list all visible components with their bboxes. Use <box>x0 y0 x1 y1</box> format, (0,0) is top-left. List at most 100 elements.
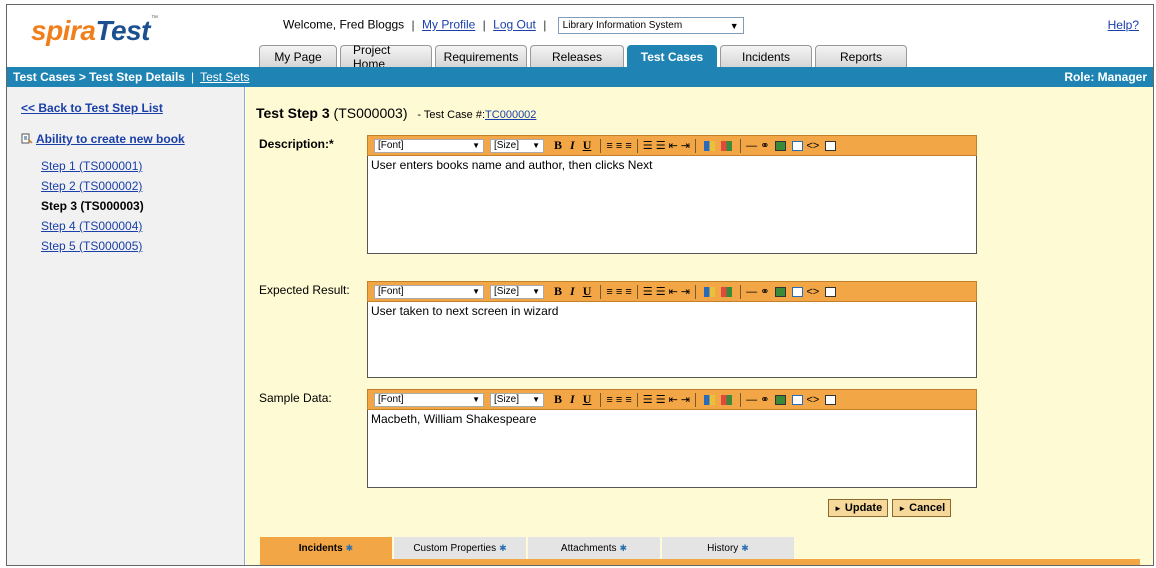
bullet-list-icon[interactable]: ☰ <box>656 285 666 298</box>
image-icon[interactable] <box>775 140 787 151</box>
sample-data-textarea[interactable]: Macbeth, William Shakespeare <box>367 410 977 488</box>
expected-result-editor: [Font]▼ [Size]▼ B I U ≡ ≡ ≡ ☰ ☰ ⇤ ⇥ — <box>367 281 977 378</box>
tab-custom-properties[interactable]: Custom Properties ✱ <box>394 537 526 559</box>
bold-button[interactable]: B <box>554 284 562 299</box>
source-code-icon[interactable]: <> <box>806 394 819 406</box>
tab-history[interactable]: History ✱ <box>662 537 794 559</box>
horizontal-rule-icon[interactable]: — <box>746 394 757 406</box>
help-link[interactable]: Help? <box>1108 18 1139 32</box>
tab-incidents-detail[interactable]: Incidents ✱ <box>260 537 392 559</box>
tab-incidents[interactable]: Incidents <box>720 45 812 67</box>
update-button[interactable]: ► Update <box>828 499 889 517</box>
align-right-icon[interactable]: ≡ <box>625 286 631 298</box>
link-icon[interactable]: ⚭ <box>760 139 769 152</box>
background-color-icon[interactable] <box>721 394 733 405</box>
sidebar: << Back to Test Step List Ability to cre… <box>7 87 245 565</box>
chevron-down-icon: ▼ <box>729 20 739 31</box>
user-bar: Welcome, Fred Bloggs | My Profile | Log … <box>283 17 744 34</box>
app-window: spiraTest™ Welcome, Fred Bloggs | My Pro… <box>6 4 1154 566</box>
sidebar-step-4[interactable]: Step 4 (TS000004) <box>41 219 142 233</box>
image-icon[interactable] <box>775 286 787 297</box>
link-icon[interactable]: ⚭ <box>760 393 769 406</box>
fullscreen-icon[interactable] <box>825 140 837 151</box>
font-select[interactable]: [Font] ▼ <box>374 138 484 153</box>
bullet-list-icon[interactable]: ☰ <box>656 139 666 152</box>
project-select[interactable]: Library Information System ▼ <box>557 17 744 34</box>
log-out-link[interactable]: Log Out <box>493 18 536 32</box>
font-select[interactable]: [Font] ▼ <box>374 392 484 407</box>
my-profile-link[interactable]: My Profile <box>422 18 475 32</box>
tab-project-home[interactable]: Project Home <box>340 43 432 71</box>
sidebar-test-case[interactable]: Ability to create new book <box>21 132 185 146</box>
align-center-icon[interactable]: ≡ <box>616 286 622 298</box>
underline-button[interactable]: U <box>583 392 592 407</box>
text-color-icon[interactable] <box>704 140 716 151</box>
test-sets-link[interactable]: Test Sets <box>200 70 249 84</box>
cancel-button[interactable]: ► Cancel <box>892 499 952 517</box>
align-center-icon[interactable]: ≡ <box>616 394 622 406</box>
tab-my-page[interactable]: My Page <box>259 45 337 67</box>
source-code-icon[interactable]: <> <box>806 140 819 152</box>
bold-button[interactable]: B <box>554 392 562 407</box>
background-color-icon[interactable] <box>721 140 733 151</box>
image-icon[interactable] <box>775 394 787 405</box>
outdent-icon[interactable]: ⇤ <box>669 393 678 406</box>
tab-reports[interactable]: Reports <box>815 45 907 67</box>
tab-history-label: History <box>707 542 739 554</box>
indent-icon[interactable]: ⇥ <box>681 285 690 298</box>
size-select[interactable]: [Size] ▼ <box>490 392 544 407</box>
underline-button[interactable]: U <box>583 138 592 153</box>
sidebar-step-5[interactable]: Step 5 (TS000005) <box>41 239 142 253</box>
test-case-link[interactable]: TC000002 <box>485 109 536 121</box>
italic-button[interactable]: I <box>570 392 575 407</box>
underline-button[interactable]: U <box>583 284 592 299</box>
sidebar-step-1[interactable]: Step 1 (TS000001) <box>41 159 142 173</box>
tab-custom-properties-label: Custom Properties <box>413 542 497 554</box>
size-select[interactable]: [Size] ▼ <box>490 138 544 153</box>
ordered-list-icon[interactable]: ☰ <box>643 139 653 152</box>
italic-button[interactable]: I <box>570 138 575 153</box>
table-icon[interactable] <box>792 394 804 405</box>
align-right-icon[interactable]: ≡ <box>625 394 631 406</box>
text-color-icon[interactable] <box>704 394 716 405</box>
tab-test-cases[interactable]: Test Cases <box>627 45 717 67</box>
form-buttons: ► Update ► Cancel <box>824 499 952 517</box>
bullet-list-icon[interactable]: ☰ <box>656 393 666 406</box>
link-icon[interactable]: ⚭ <box>760 285 769 298</box>
ordered-list-icon[interactable]: ☰ <box>643 285 653 298</box>
table-icon[interactable] <box>792 286 804 297</box>
horizontal-rule-icon[interactable]: — <box>746 286 757 298</box>
indent-icon[interactable]: ⇥ <box>681 393 690 406</box>
background-color-icon[interactable] <box>721 286 733 297</box>
test-case-title-link[interactable]: Ability to create new book <box>36 132 185 146</box>
test-case-prefix: - Test Case #: <box>417 109 486 121</box>
align-left-icon[interactable]: ≡ <box>606 394 612 406</box>
outdent-icon[interactable]: ⇤ <box>669 139 678 152</box>
tab-attachments[interactable]: Attachments ✱ <box>528 537 660 559</box>
ordered-list-icon[interactable]: ☰ <box>643 393 653 406</box>
align-center-icon[interactable]: ≡ <box>616 140 622 152</box>
outdent-icon[interactable]: ⇤ <box>669 285 678 298</box>
toolbar-divider <box>636 138 638 153</box>
table-icon[interactable] <box>792 140 804 151</box>
description-textarea[interactable]: User enters books name and author, then … <box>367 156 977 254</box>
tab-requirements[interactable]: Requirements <box>435 45 527 67</box>
source-code-icon[interactable]: <> <box>806 286 819 298</box>
indent-icon[interactable]: ⇥ <box>681 139 690 152</box>
sidebar-step-2[interactable]: Step 2 (TS000002) <box>41 179 142 193</box>
align-left-icon[interactable]: ≡ <box>606 140 612 152</box>
bold-button[interactable]: B <box>554 138 562 153</box>
align-right-icon[interactable]: ≡ <box>625 140 631 152</box>
horizontal-rule-icon[interactable]: — <box>746 140 757 152</box>
font-select[interactable]: [Font] ▼ <box>374 284 484 299</box>
tab-releases[interactable]: Releases <box>530 45 624 67</box>
align-left-icon[interactable]: ≡ <box>606 286 612 298</box>
size-select[interactable]: [Size] ▼ <box>490 284 544 299</box>
fullscreen-icon[interactable] <box>825 286 837 297</box>
expected-result-textarea[interactable]: User taken to next screen in wizard <box>367 302 977 378</box>
text-color-icon[interactable] <box>704 286 716 297</box>
toolbar-divider <box>695 138 697 153</box>
back-to-step-list-link[interactable]: << Back to Test Step List <box>21 101 163 115</box>
italic-button[interactable]: I <box>570 284 575 299</box>
fullscreen-icon[interactable] <box>825 394 837 405</box>
